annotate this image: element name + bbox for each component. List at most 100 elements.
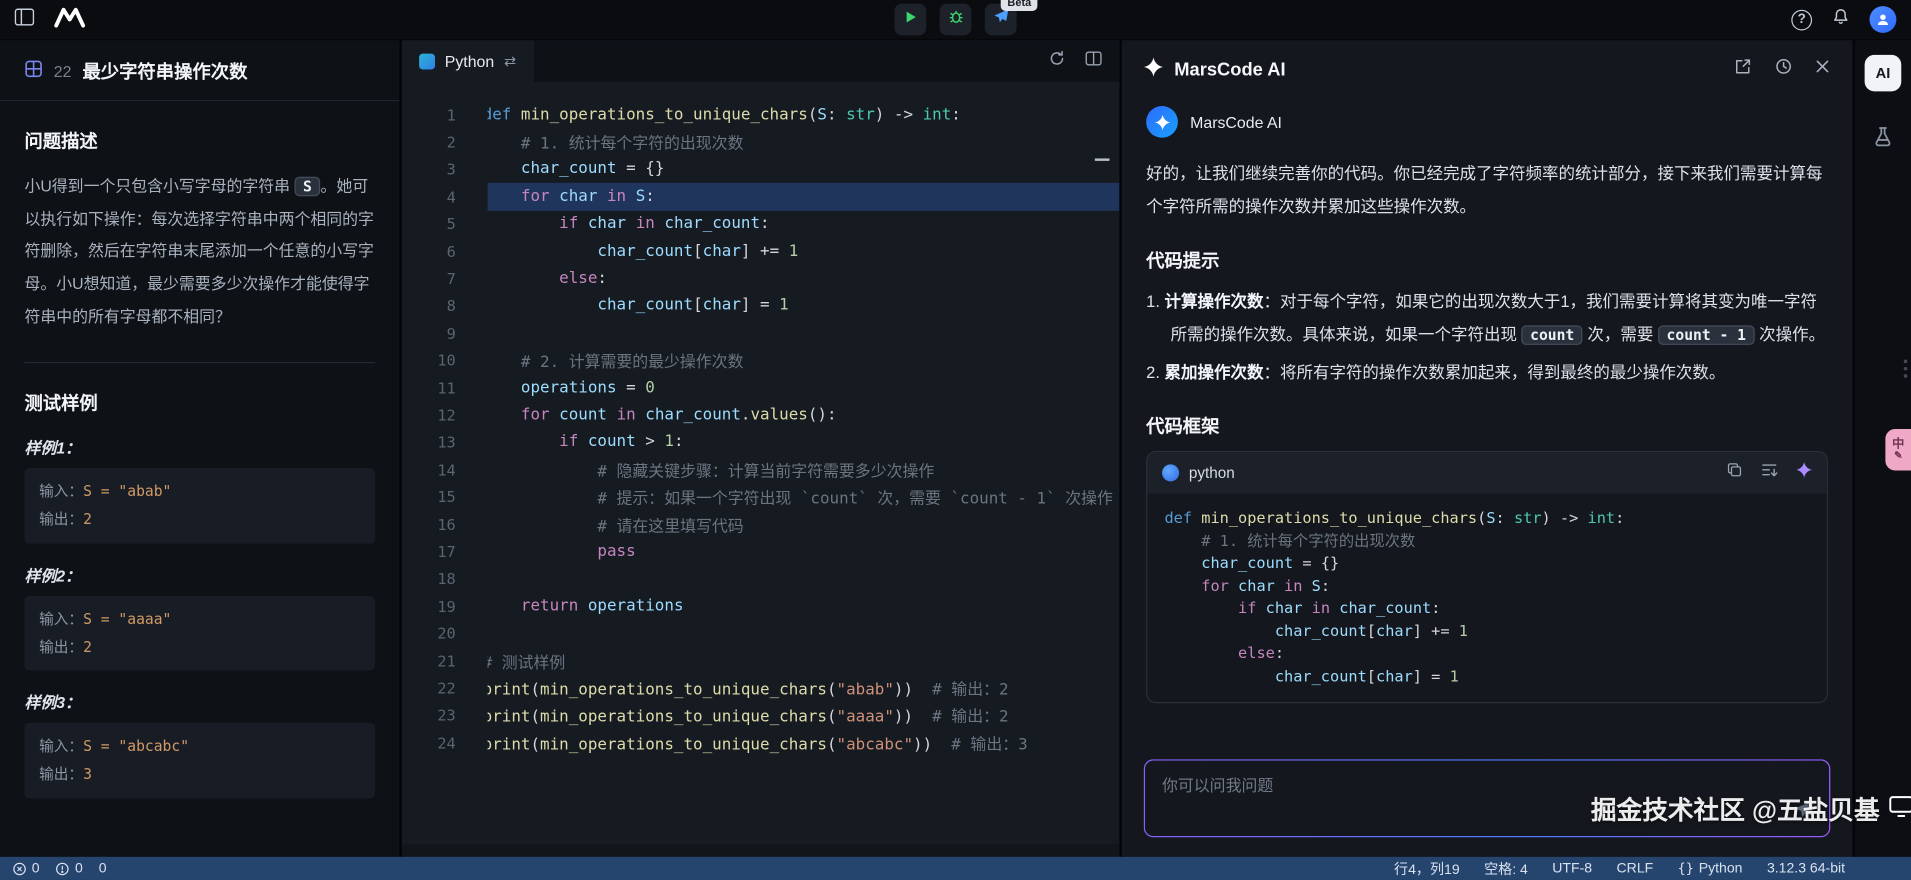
cursor-position[interactable]: 行4，列19 [1394, 859, 1460, 879]
language-mode[interactable]: {} Python [1678, 860, 1743, 876]
bug-icon [948, 9, 964, 31]
eol-sequence[interactable]: CRLF [1617, 861, 1654, 876]
line-number[interactable]: 6 [402, 242, 488, 260]
code-line[interactable]: 9 [402, 319, 1119, 346]
line-number[interactable]: 10 [402, 351, 488, 369]
open-in-editor-icon[interactable] [1734, 57, 1752, 81]
problem-panel: 22 最少字符串操作次数 问题描述 小U得到一个只包含小写字母的字符串 S 。她可… [0, 40, 401, 857]
line-number[interactable]: 14 [402, 460, 488, 478]
marscode-sparkle-icon [1143, 56, 1164, 83]
reset-code-icon[interactable] [1048, 49, 1065, 72]
ai-panel-toggle[interactable]: AI [1864, 54, 1902, 92]
code-line[interactable]: 15 # 提示：如果一个字符出现 `count` 次，需要 `count - 1… [402, 483, 1119, 510]
code-line[interactable]: 13 if count > 1: [402, 429, 1119, 456]
code-line[interactable]: 19 return operations [402, 592, 1119, 619]
code-line[interactable]: # 1. 统计每个字符的出现次数 [1164, 528, 1826, 551]
marscode-ide: Beta ? 22 最少字符串操作次数 问题描述 小U得到一个只包含小写字母的字… [0, 0, 1911, 880]
debug-button[interactable] [939, 3, 972, 36]
marscode-logo[interactable] [54, 5, 86, 33]
code-line[interactable]: else: [1164, 642, 1826, 665]
problem-id: 22 [53, 62, 72, 81]
run-button[interactable] [894, 3, 927, 36]
line-number[interactable]: 15 [402, 488, 488, 506]
code-line[interactable]: 11 operations = 0 [402, 374, 1119, 401]
hint-item: 2. 累加操作次数：将所有字符的操作次数累加起来，得到最终的最少操作次数。 [1146, 363, 1726, 382]
history-icon[interactable] [1774, 57, 1792, 81]
line-number[interactable]: 9 [402, 324, 488, 342]
code-line[interactable]: 24print(min_operations_to_unique_chars("… [402, 729, 1119, 756]
line-number[interactable]: 7 [402, 269, 488, 287]
split-editor-icon[interactable] [1085, 50, 1102, 72]
code-line[interactable]: char_count[char] += 1 [1164, 619, 1826, 642]
copy-code-icon[interactable] [1727, 462, 1743, 484]
code-line[interactable]: 6 char_count[char] += 1 [402, 238, 1119, 265]
code-line[interactable]: def min_operations_to_unique_chars(S: st… [1164, 506, 1826, 529]
warnings-indicator[interactable]: 0 [55, 861, 83, 876]
help-icon[interactable]: ? [1791, 9, 1813, 30]
line-number[interactable]: 5 [402, 215, 488, 233]
code-line[interactable]: 23print(min_operations_to_unique_chars("… [402, 702, 1119, 729]
sidebar-toggle-icon[interactable] [14, 7, 35, 31]
close-icon[interactable] [1815, 59, 1831, 81]
line-number[interactable]: 3 [402, 160, 488, 178]
deploy-button[interactable]: Beta [984, 0, 1038, 36]
code-line[interactable]: 18 [402, 565, 1119, 592]
resize-handle[interactable] [1903, 359, 1908, 378]
apply-code-icon[interactable] [1796, 461, 1813, 484]
code-line[interactable]: 21 # 测试样例 [402, 647, 1119, 674]
line-number[interactable]: 17 [402, 542, 488, 560]
runtime-version[interactable]: 3.12.3 64-bit [1767, 861, 1845, 876]
line-number[interactable]: 20 [402, 624, 488, 642]
horizontal-scrollbar[interactable] [402, 844, 1120, 857]
line-number[interactable]: 23 [402, 706, 488, 724]
code-line[interactable]: 14 # 隐藏关键步骤：计算当前字符需要多少次操作 [402, 456, 1119, 483]
code-line[interactable]: 20 [402, 620, 1119, 647]
translate-widget[interactable]: 中 ✎ [1885, 429, 1911, 471]
line-number[interactable]: 2 [402, 133, 488, 151]
user-avatar[interactable] [1869, 6, 1897, 33]
line-number[interactable]: 13 [402, 433, 488, 451]
indentation[interactable]: 空格: 4 [1484, 859, 1528, 879]
beta-badge: Beta [1001, 0, 1038, 11]
line-number[interactable]: 21 [402, 651, 488, 669]
code-line[interactable]: 16 # 请在这里填写代码 [402, 511, 1119, 538]
errors-indicator[interactable]: 0 [12, 861, 40, 876]
info-indicator[interactable]: 0 [99, 861, 107, 876]
line-number[interactable]: 4 [402, 188, 488, 206]
line-number[interactable]: 16 [402, 515, 488, 533]
encoding[interactable]: UTF-8 [1552, 861, 1592, 876]
line-number[interactable]: 12 [402, 406, 488, 424]
notifications-bell-icon[interactable] [1832, 7, 1850, 31]
code-line[interactable]: 12 for count in char_count.values(): [402, 401, 1119, 428]
line-number[interactable]: 8 [402, 297, 488, 315]
inline-code: S [294, 176, 321, 197]
line-number[interactable]: 19 [402, 597, 488, 615]
code-line[interactable]: 4 for char in S: [402, 183, 1120, 211]
code-line[interactable]: 7 else: [402, 265, 1119, 292]
editor-code[interactable]: 1def min_operations_to_unique_chars(S: s… [402, 82, 1120, 756]
insert-code-icon[interactable] [1761, 462, 1778, 484]
line-number[interactable]: 18 [402, 570, 488, 588]
code-line[interactable]: char_count = {} [1164, 551, 1826, 574]
problem-list-icon[interactable] [24, 59, 42, 83]
line-number[interactable]: 11 [402, 379, 488, 397]
watermark: 掘金技术社区 @五盐贝基 [1591, 791, 1911, 828]
line-number[interactable]: 22 [402, 679, 488, 697]
code-line[interactable]: 2 # 1. 统计每个字符的出现次数 [402, 128, 1119, 155]
code-line[interactable]: 3 char_count = {} [402, 156, 1119, 183]
code-line[interactable]: 17 pass [402, 538, 1119, 565]
code-line[interactable]: 5 if char in char_count: [402, 210, 1119, 237]
code-line[interactable]: 1def min_operations_to_unique_chars(S: s… [402, 101, 1119, 128]
tab-python[interactable]: Python ⇄ [402, 40, 534, 82]
code-line[interactable]: char_count[char] = 1 [1164, 664, 1826, 687]
lab-flask-icon[interactable] [1872, 126, 1894, 154]
swap-icon[interactable]: ⇄ [504, 52, 516, 69]
code-line[interactable]: for char in S: [1164, 574, 1826, 597]
window-icon [1889, 794, 1911, 824]
code-line[interactable]: 10 # 2. 计算需要的最少操作次数 [402, 347, 1119, 374]
code-line[interactable]: 8 char_count[char] = 1 [402, 292, 1119, 319]
code-line[interactable]: if char in char_count: [1164, 596, 1826, 619]
line-number[interactable]: 1 [402, 106, 488, 124]
code-line[interactable]: 22print(min_operations_to_unique_chars("… [402, 674, 1119, 701]
line-number[interactable]: 24 [402, 733, 488, 751]
